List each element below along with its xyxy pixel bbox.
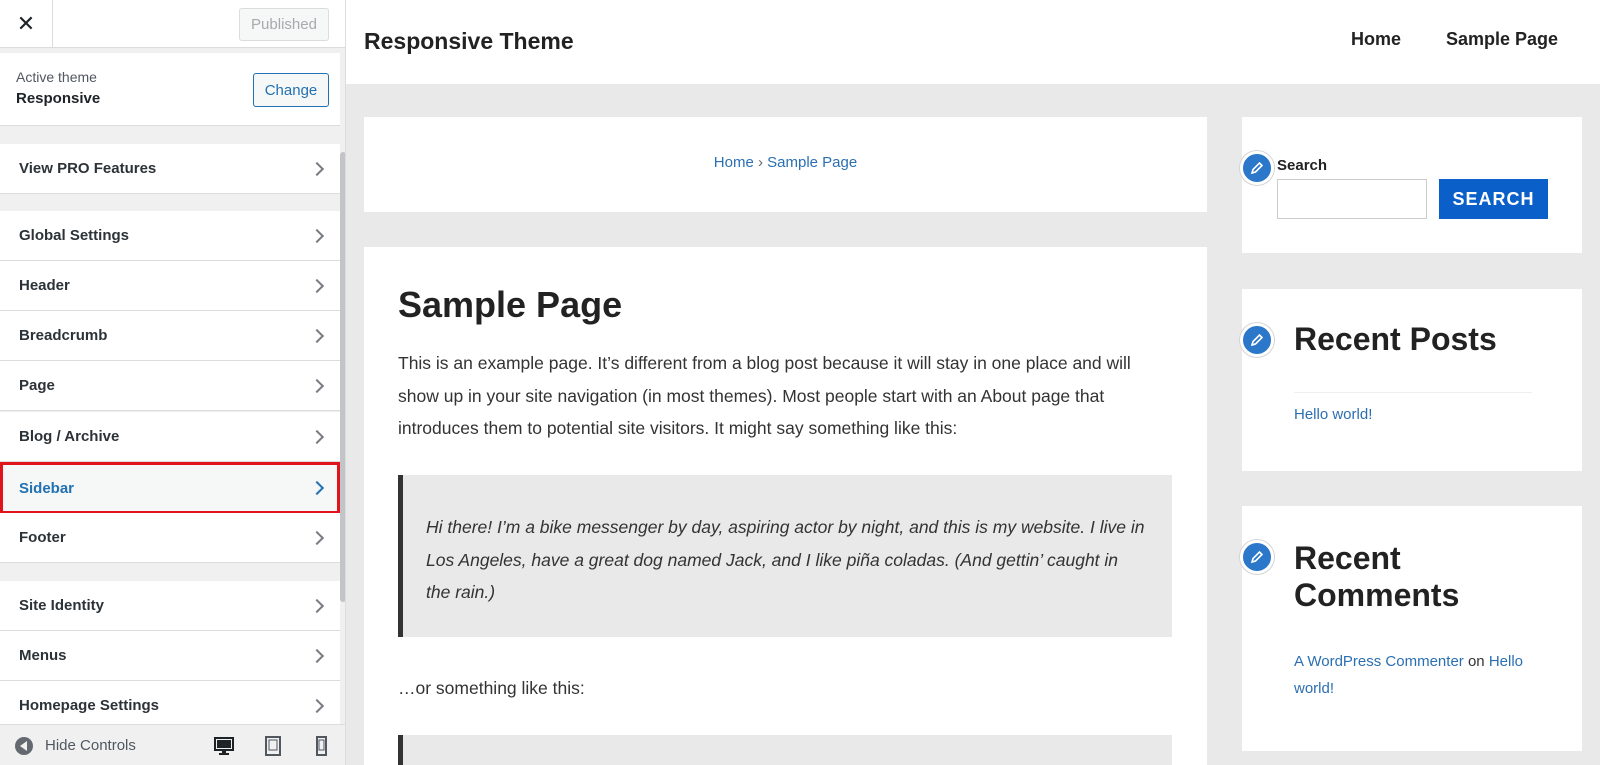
search-widget: Search SEARCH xyxy=(1240,117,1582,253)
pencil-icon xyxy=(1240,540,1274,574)
site-preview: Responsive Theme Home Sample Page Home ›… xyxy=(346,0,1600,765)
tablet-icon[interactable] xyxy=(262,735,284,757)
breadcrumb-card: Home › Sample Page xyxy=(364,117,1207,212)
change-theme-button[interactable]: Change xyxy=(253,73,329,107)
recent-comments-widget: Recent Comments A WordPress Commenter on… xyxy=(1240,506,1582,751)
chevron-right-icon xyxy=(309,698,325,713)
chevron-right-icon xyxy=(309,429,325,444)
section-label: Header xyxy=(19,277,70,294)
section-label: Menus xyxy=(19,647,67,664)
customizer-panel: ✕ Published Active theme Responsive Chan… xyxy=(0,0,346,765)
section-label: Sidebar xyxy=(19,479,75,497)
chevron-right-icon xyxy=(309,161,325,176)
section-footer[interactable]: Footer xyxy=(0,513,340,563)
breadcrumb-current: Sample Page xyxy=(767,154,858,171)
recent-posts-widget: Recent Posts Hello world! xyxy=(1240,289,1582,471)
breadcrumb: Home › Sample Page xyxy=(364,154,1207,171)
nav-home[interactable]: Home xyxy=(1351,29,1401,50)
section-label: Page xyxy=(19,377,55,394)
blockquote-text: Hi there! I’m a bike messenger by day, a… xyxy=(426,517,1145,602)
divider xyxy=(1294,392,1532,393)
chevron-right-icon xyxy=(309,648,325,663)
recent-comment-item: A WordPress Commenter on Hello world! xyxy=(1294,648,1544,702)
active-theme-name: Responsive xyxy=(16,90,101,107)
breadcrumb-separator: › xyxy=(757,154,763,171)
section-site-identity[interactable]: Site Identity xyxy=(0,581,340,631)
site-title[interactable]: Responsive Theme xyxy=(364,28,574,55)
recent-posts-title: Recent Posts xyxy=(1294,321,1497,357)
chevron-right-icon xyxy=(309,598,325,613)
customizer-footer: Hide Controls xyxy=(0,724,345,765)
published-button[interactable]: Published xyxy=(239,8,329,41)
search-button[interactable]: SEARCH xyxy=(1439,179,1548,219)
section-label: Footer xyxy=(19,529,66,546)
page-title: Sample Page xyxy=(398,284,623,325)
section-label: Blog / Archive xyxy=(19,428,120,445)
chevron-right-icon xyxy=(309,530,325,545)
pencil-icon xyxy=(1240,151,1274,185)
section-menus[interactable]: Menus xyxy=(0,631,340,681)
customizer-header: ✕ Published xyxy=(0,0,345,48)
active-theme-section: Active theme Responsive Change xyxy=(0,53,340,126)
close-icon: ✕ xyxy=(16,11,36,36)
recent-post-link[interactable]: Hello world! xyxy=(1294,406,1372,423)
close-button[interactable]: ✕ xyxy=(0,0,53,48)
section-view-pro-features[interactable]: View PRO Features xyxy=(0,144,340,194)
blockquote-second xyxy=(398,735,1172,765)
section-sidebar[interactable]: Sidebar xyxy=(0,462,340,514)
chevron-right-icon xyxy=(309,480,325,496)
chevron-right-icon xyxy=(309,378,325,393)
section-label: Global Settings xyxy=(19,227,130,244)
section-label: Breadcrumb xyxy=(19,327,108,344)
breadcrumb-home[interactable]: Home xyxy=(714,154,754,171)
content-card: Sample Page This is an example page. It’… xyxy=(364,247,1207,765)
hide-controls-label: Hide Controls xyxy=(45,737,136,754)
nav-sample-page[interactable]: Sample Page xyxy=(1446,29,1558,50)
collapse-arrow-icon xyxy=(15,737,33,755)
chevron-right-icon xyxy=(309,228,325,243)
section-label: View PRO Features xyxy=(19,160,157,177)
mobile-icon[interactable] xyxy=(310,735,332,757)
section-label: Site Identity xyxy=(19,597,105,614)
blockquote: Hi there! I’m a bike messenger by day, a… xyxy=(398,475,1172,637)
section-header[interactable]: Header xyxy=(0,261,340,311)
section-page[interactable]: Page xyxy=(0,361,340,411)
page-intro-text: This is an example page. It’s different … xyxy=(398,353,1131,438)
recent-comments-title: Recent Comments xyxy=(1294,540,1460,613)
site-header: Responsive Theme Home Sample Page xyxy=(346,0,1600,84)
section-global-settings[interactable]: Global Settings xyxy=(0,211,340,261)
desktop-icon[interactable] xyxy=(213,735,235,757)
after-quote-text: …or something like this: xyxy=(398,678,585,698)
section-breadcrumb[interactable]: Breadcrumb xyxy=(0,311,340,361)
comment-on-text: on xyxy=(1467,653,1485,670)
section-blog-archive[interactable]: Blog / Archive xyxy=(0,412,340,462)
section-label: Homepage Settings xyxy=(19,697,160,714)
search-label: Search xyxy=(1277,157,1328,174)
chevron-right-icon xyxy=(309,328,325,343)
chevron-right-icon xyxy=(309,278,325,293)
search-input[interactable] xyxy=(1277,179,1427,219)
active-theme-label: Active theme xyxy=(16,69,97,85)
comment-author-link[interactable]: A WordPress Commenter xyxy=(1294,653,1464,670)
pencil-icon xyxy=(1240,323,1274,357)
